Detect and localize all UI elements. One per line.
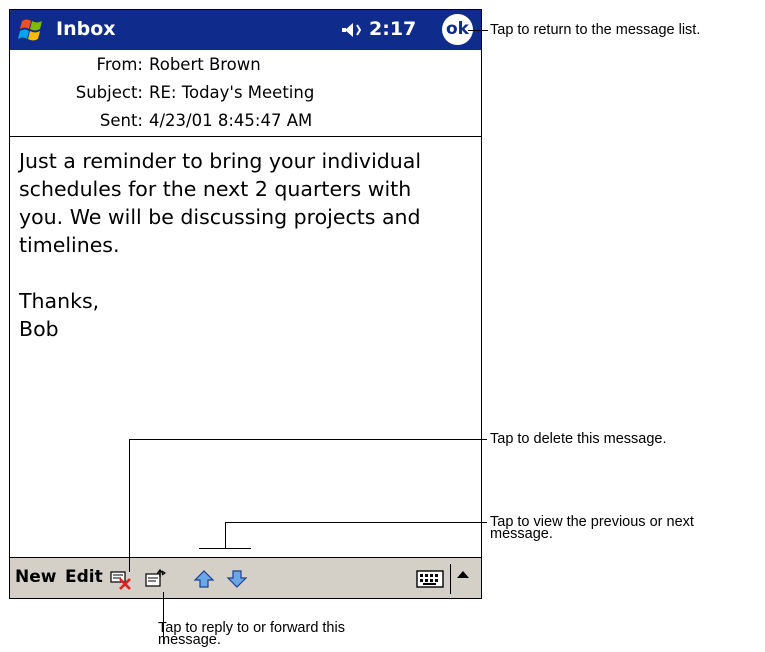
sent-row: Sent: [10, 111, 143, 137]
sip-arrow-icon[interactable] [456, 568, 470, 582]
next-arrow-icon[interactable] [226, 568, 248, 590]
from-row: From: [10, 55, 143, 81]
sip-separator [450, 564, 451, 594]
navigate-callout-2: message. [490, 526, 553, 542]
subject-row: Subject: [10, 83, 143, 109]
clock[interactable]: 2:17 [369, 18, 416, 40]
message-header: From: Robert Brown Subject: RE: Today's … [10, 50, 481, 137]
windows-start-icon[interactable] [16, 15, 48, 45]
delete-callout-line [129, 439, 482, 440]
from-value: Robert Brown [149, 55, 261, 74]
navigate-callout-bracket [199, 548, 251, 549]
body-line: you. We will be discussing projects and [19, 205, 421, 229]
delete-callout: Tap to delete this message. [490, 431, 667, 447]
body-signature: Bob [19, 317, 59, 341]
sent-label: Sent: [99, 111, 143, 130]
body-line: timelines. [19, 233, 120, 257]
ok-callout-line [468, 30, 482, 31]
subject-value: RE: Today's Meeting [149, 83, 315, 102]
delete-callout-drop [129, 439, 130, 572]
device-screen: Inbox 2:17 ok From: Robert Brown Subject… [9, 9, 482, 599]
command-bar: New Edit [10, 557, 481, 598]
ok-callout-line-ext [482, 30, 488, 31]
navigate-callout-line-ext [482, 522, 487, 523]
speaker-icon[interactable] [338, 20, 364, 40]
subject-label: Subject: [75, 83, 143, 102]
keyboard-icon[interactable] [416, 570, 444, 588]
app-title[interactable]: Inbox [56, 18, 116, 40]
body-line: schedules for the next 2 quarters with [19, 177, 412, 201]
from-label: From: [96, 55, 143, 74]
body-line: Just a reminder to bring your individual [19, 149, 422, 173]
delete-callout-line-ext [482, 439, 487, 440]
ok-callout: Tap to return to the message list. [490, 22, 701, 38]
title-bar: Inbox 2:17 ok [10, 10, 481, 50]
navigate-callout-line [225, 522, 482, 523]
reply-callout-2: message. [158, 632, 221, 648]
previous-arrow-icon[interactable] [193, 568, 215, 590]
message-body[interactable]: Just a reminder to bring your individual… [19, 147, 474, 343]
body-closing: Thanks, [19, 289, 100, 313]
reply-forward-icon[interactable] [144, 568, 166, 590]
sent-value: 4/23/01 8:45:47 AM [149, 111, 313, 130]
new-menu[interactable]: New [15, 567, 56, 587]
navigate-callout-drop-a [225, 522, 226, 548]
edit-menu[interactable]: Edit [65, 567, 103, 587]
